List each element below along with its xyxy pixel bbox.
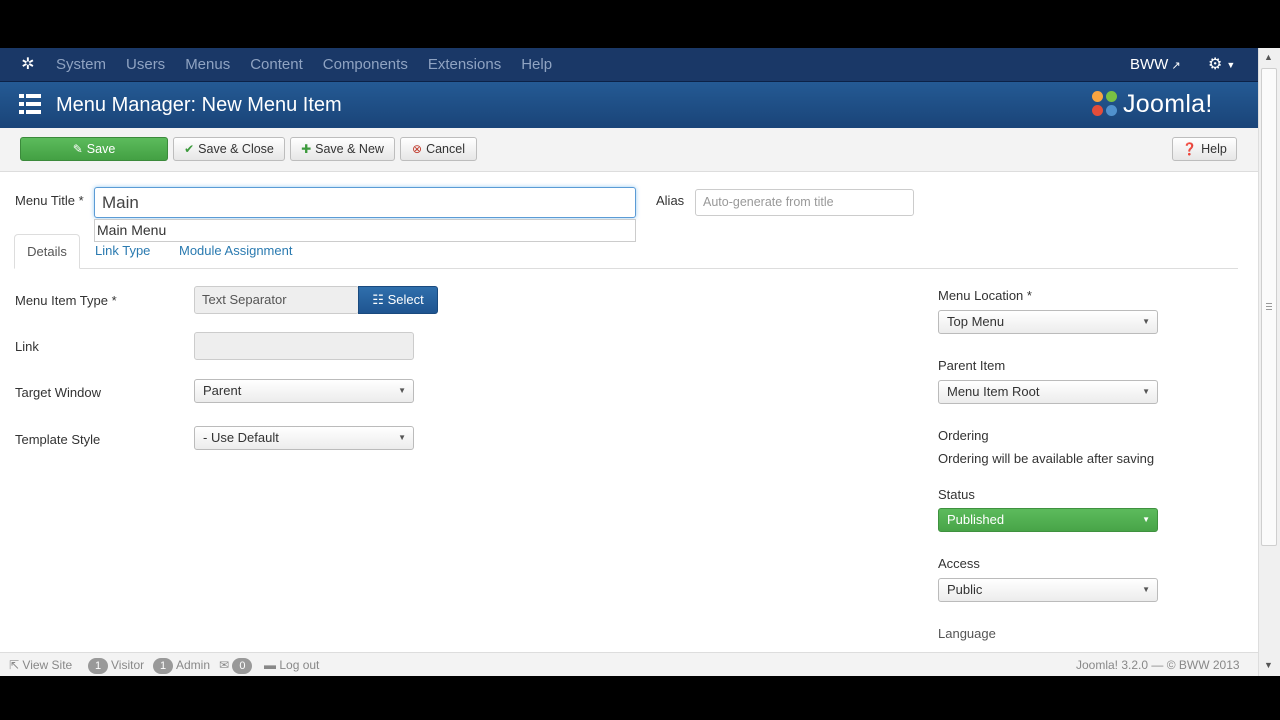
joomla-admin-window: ✲ System Users Menus Content Components … [0, 48, 1258, 676]
template-style-label: Template Style [15, 432, 101, 447]
joomla-wordmark: Joomla! [1123, 89, 1213, 118]
access-select[interactable]: Public ▼ [938, 578, 1158, 602]
external-link-icon: ⇱ [9, 658, 20, 672]
template-style-select[interactable]: - Use Default ▼ [194, 426, 414, 450]
language-label: Language [938, 626, 996, 641]
site-name: BWW [1130, 56, 1169, 73]
ordering-label: Ordering [938, 428, 989, 443]
gear-icon: ⚙ [1208, 56, 1223, 74]
menu-help[interactable]: Help [511, 48, 562, 82]
menu-title-input[interactable]: Main [94, 187, 636, 218]
link-label: Link [15, 339, 39, 354]
target-window-select[interactable]: Parent ▼ [194, 379, 414, 403]
list-icon [19, 94, 41, 114]
toolbar: ✎ Save ✔ Save & Close ✚ Save & New ⊗ Cancel … [0, 128, 1258, 172]
parent-item-select[interactable]: Menu Item Root ▼ [938, 380, 1158, 404]
caret-down-icon: ▼ [1142, 585, 1150, 594]
target-window-label: Target Window [15, 385, 101, 400]
parent-item-label: Parent Item [938, 358, 1006, 373]
menu-users[interactable]: Users [116, 48, 175, 82]
status-label: Status [938, 487, 975, 502]
menu-item-type-label: Menu Item Type * [15, 293, 117, 308]
view-site-link[interactable]: ⇱ View Site [9, 653, 72, 676]
top-menu: System Users Menus Content Components Ex… [46, 48, 562, 82]
caret-down-icon: ▼ [1226, 60, 1236, 70]
help-button[interactable]: ❓ Help [1172, 137, 1237, 161]
screen: ✲ System Users Menus Content Components … [0, 0, 1280, 720]
version-text: Joomla! 3.2.0 — © BWW 2013 [1076, 658, 1240, 672]
caret-down-icon: ▼ [398, 386, 406, 395]
scroll-down-arrow-icon[interactable]: ▼ [1264, 660, 1273, 670]
caret-down-icon: ▼ [398, 433, 406, 442]
visitor-count: 1 Visitor [88, 653, 144, 676]
status-bar: ⇱ View Site 1 Visitor 1 Admin ✉ 0 ▬ Log ou… [0, 652, 1258, 676]
grip-icon [1266, 303, 1272, 310]
check-icon: ✔ [184, 142, 195, 156]
top-navbar: ✲ System Users Menus Content Components … [0, 48, 1258, 82]
menu-menus[interactable]: Menus [175, 48, 240, 82]
scrollbar-thumb[interactable] [1261, 68, 1277, 546]
save-close-button[interactable]: ✔ Save & Close [173, 137, 285, 161]
access-label: Access [938, 556, 980, 571]
alias-input[interactable]: Auto-generate from title [695, 189, 914, 216]
question-icon: ❓ [1182, 142, 1198, 156]
caret-down-icon: ▼ [1142, 387, 1150, 396]
link-field [194, 332, 414, 360]
menu-extensions[interactable]: Extensions [418, 48, 511, 82]
page-title: Menu Manager: New Menu Item [56, 94, 342, 116]
cancel-button[interactable]: ⊗ Cancel [400, 137, 477, 161]
cancel-icon: ⊗ [412, 142, 423, 156]
plus-icon: ✚ [301, 142, 312, 156]
settings-dropdown[interactable]: ⚙ ▼ [1208, 48, 1235, 82]
autocomplete-option[interactable]: Main Menu [94, 219, 636, 242]
save-new-button[interactable]: ✚ Save & New [290, 137, 395, 161]
save-button[interactable]: ✎ Save [20, 137, 168, 161]
minus-icon: ▬ [264, 658, 276, 672]
menu-location-select[interactable]: Top Menu ▼ [938, 310, 1158, 334]
menu-title-label: Menu Title * [15, 193, 84, 208]
menu-components[interactable]: Components [313, 48, 418, 82]
ordering-note: Ordering will be available after saving [938, 451, 1155, 466]
edit-icon: ✎ [72, 142, 83, 156]
list-icon: ☷ [372, 292, 384, 307]
menu-system[interactable]: System [46, 48, 116, 82]
envelope-icon: ✉ [219, 658, 230, 672]
select-button[interactable]: ☷ Select [358, 286, 438, 314]
menu-location-label: Menu Location * [938, 288, 1032, 303]
joomla-brand: Joomla! [1090, 88, 1213, 120]
caret-down-icon: ▼ [1142, 317, 1150, 326]
caret-down-icon: ▼ [1142, 515, 1150, 524]
messages-count[interactable]: ✉ 0 [219, 653, 255, 676]
page-header: Menu Manager: New Menu Item Joomla! [0, 82, 1258, 128]
menu-item-type-field: Text Separator [194, 286, 359, 314]
alias-label: Alias [656, 193, 685, 208]
menu-content[interactable]: Content [240, 48, 313, 82]
admin-count: 1 Admin [153, 653, 210, 676]
joomla-logo-icon[interactable]: ✲ [18, 56, 38, 74]
external-link-icon: ↗ [1171, 60, 1181, 72]
scroll-up-arrow-icon[interactable]: ▲ [1264, 52, 1273, 62]
site-link[interactable]: BWW ↗ [1130, 48, 1181, 82]
status-select[interactable]: Published ▼ [938, 508, 1158, 532]
logout-link[interactable]: ▬ Log out [264, 653, 319, 676]
tab-details[interactable]: Details [14, 234, 80, 269]
joomla-mark-icon [1090, 89, 1120, 119]
vertical-scrollbar[interactable]: ▲ ▼ [1258, 48, 1280, 676]
